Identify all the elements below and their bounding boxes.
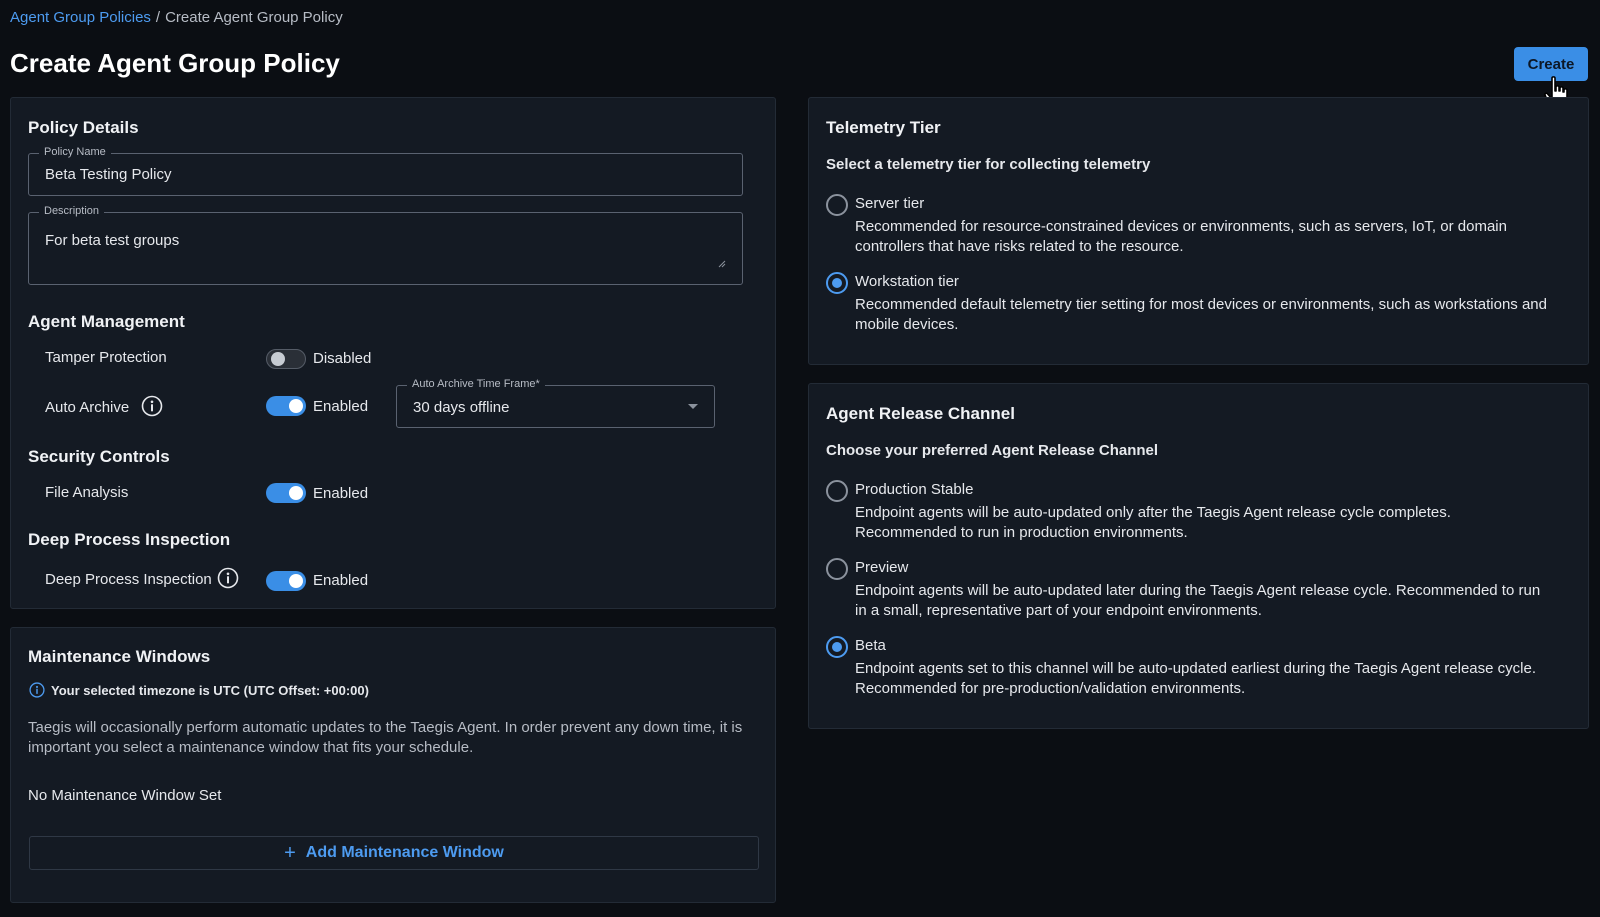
deep-process-inspection-state: Enabled bbox=[313, 572, 369, 589]
breadcrumb-link-agent-group-policies[interactable]: Agent Group Policies bbox=[10, 9, 151, 26]
preview-label: Preview bbox=[855, 559, 909, 576]
policy-details-title: Policy Details bbox=[28, 118, 139, 137]
agent-management-title: Agent Management bbox=[28, 312, 185, 331]
resize-grip-icon[interactable] bbox=[718, 260, 726, 268]
workstation-tier-radio[interactable] bbox=[826, 272, 848, 294]
auto-archive-toggle[interactable] bbox=[266, 396, 306, 416]
preview-radio[interactable] bbox=[826, 558, 848, 580]
policy-name-field[interactable]: Policy Name Beta Testing Policy bbox=[28, 146, 743, 196]
production-stable-label: Production Stable bbox=[855, 481, 974, 498]
file-analysis-label: File Analysis bbox=[45, 484, 129, 501]
toggle-knob bbox=[271, 352, 285, 366]
breadcrumb: Agent Group Policies / Create Agent Group … bbox=[10, 9, 343, 26]
description-field[interactable]: Description For beta test groups bbox=[28, 205, 743, 285]
description-label: Description bbox=[39, 205, 105, 217]
plus-icon: + bbox=[284, 842, 296, 864]
policy-name-label: Policy Name bbox=[39, 146, 111, 158]
auto-archive-timeframe-select[interactable]: Auto Archive Time Frame* 30 days offline bbox=[396, 378, 715, 428]
beta-label: Beta bbox=[855, 637, 886, 654]
agent-release-channel-panel: Agent Release Channel Choose your prefer… bbox=[808, 383, 1589, 729]
telemetry-tier-subtitle: Select a telemetry tier for collecting t… bbox=[826, 156, 1151, 173]
telemetry-tier-title: Telemetry Tier bbox=[826, 118, 941, 137]
telemetry-tier-panel: Telemetry Tier Select a telemetry tier f… bbox=[808, 97, 1589, 365]
toggle-knob bbox=[289, 486, 303, 500]
add-maintenance-window-button[interactable]: + Add Maintenance Window bbox=[29, 836, 759, 870]
tamper-protection-state: Disabled bbox=[313, 350, 372, 367]
maintenance-description: Taegis will occasionally perform automat… bbox=[28, 719, 743, 756]
workstation-tier-description: Recommended default telemetry tier setti… bbox=[855, 296, 1547, 333]
security-controls-title: Security Controls bbox=[28, 447, 170, 466]
server-tier-label: Server tier bbox=[855, 195, 925, 212]
preview-description: Endpoint agents will be auto-updated lat… bbox=[855, 582, 1541, 619]
deep-process-inspection-toggle[interactable] bbox=[266, 571, 306, 591]
chevron-down-icon bbox=[688, 404, 698, 409]
add-maintenance-window-label: Add Maintenance Window bbox=[305, 844, 504, 861]
file-analysis-toggle[interactable] bbox=[266, 483, 306, 503]
maintenance-windows-panel: Maintenance Windows Your selected timezo… bbox=[10, 627, 776, 903]
deep-process-inspection-label: Deep Process Inspection bbox=[45, 571, 212, 588]
tamper-protection-toggle[interactable] bbox=[266, 349, 306, 369]
production-stable-description: Endpoint agents will be auto-updated onl… bbox=[855, 504, 1451, 541]
server-tier-description: Recommended for resource-constrained dev… bbox=[855, 218, 1507, 255]
timezone-note: Your selected timezone is UTC (UTC Offse… bbox=[51, 683, 369, 698]
breadcrumb-current: Create Agent Group Policy bbox=[165, 9, 343, 26]
agent-release-channel-subtitle: Choose your preferred Agent Release Chan… bbox=[826, 442, 1159, 459]
policy-name-value: Beta Testing Policy bbox=[45, 166, 172, 183]
workstation-tier-label: Workstation tier bbox=[855, 273, 959, 290]
production-stable-radio[interactable] bbox=[826, 480, 848, 502]
no-maintenance-window-text: No Maintenance Window Set bbox=[28, 787, 222, 804]
page-title: Create Agent Group Policy bbox=[10, 48, 340, 78]
deep-process-inspection-title: Deep Process Inspection bbox=[28, 530, 231, 549]
maintenance-windows-title: Maintenance Windows bbox=[28, 647, 211, 666]
breadcrumb-separator: / bbox=[155, 9, 161, 26]
info-icon[interactable] bbox=[217, 567, 239, 589]
info-icon bbox=[29, 682, 45, 698]
auto-archive-label: Auto Archive bbox=[45, 399, 130, 416]
file-analysis-state: Enabled bbox=[313, 485, 369, 502]
agent-release-channel-title: Agent Release Channel bbox=[826, 404, 1015, 423]
info-icon[interactable] bbox=[141, 395, 163, 417]
auto-archive-timeframe-value: 30 days offline bbox=[413, 399, 510, 416]
auto-archive-state: Enabled bbox=[313, 398, 369, 415]
server-tier-radio[interactable] bbox=[826, 194, 848, 216]
description-value: For beta test groups bbox=[45, 232, 180, 249]
beta-radio[interactable] bbox=[826, 636, 848, 658]
auto-archive-timeframe-label: Auto Archive Time Frame* bbox=[407, 378, 545, 390]
toggle-knob bbox=[289, 399, 303, 413]
policy-settings-panel: Policy Details Policy Name Beta Testing … bbox=[10, 97, 776, 609]
tamper-protection-label: Tamper Protection bbox=[45, 349, 167, 366]
toggle-knob bbox=[289, 574, 303, 588]
beta-description: Endpoint agents set to this channel will… bbox=[855, 660, 1536, 697]
